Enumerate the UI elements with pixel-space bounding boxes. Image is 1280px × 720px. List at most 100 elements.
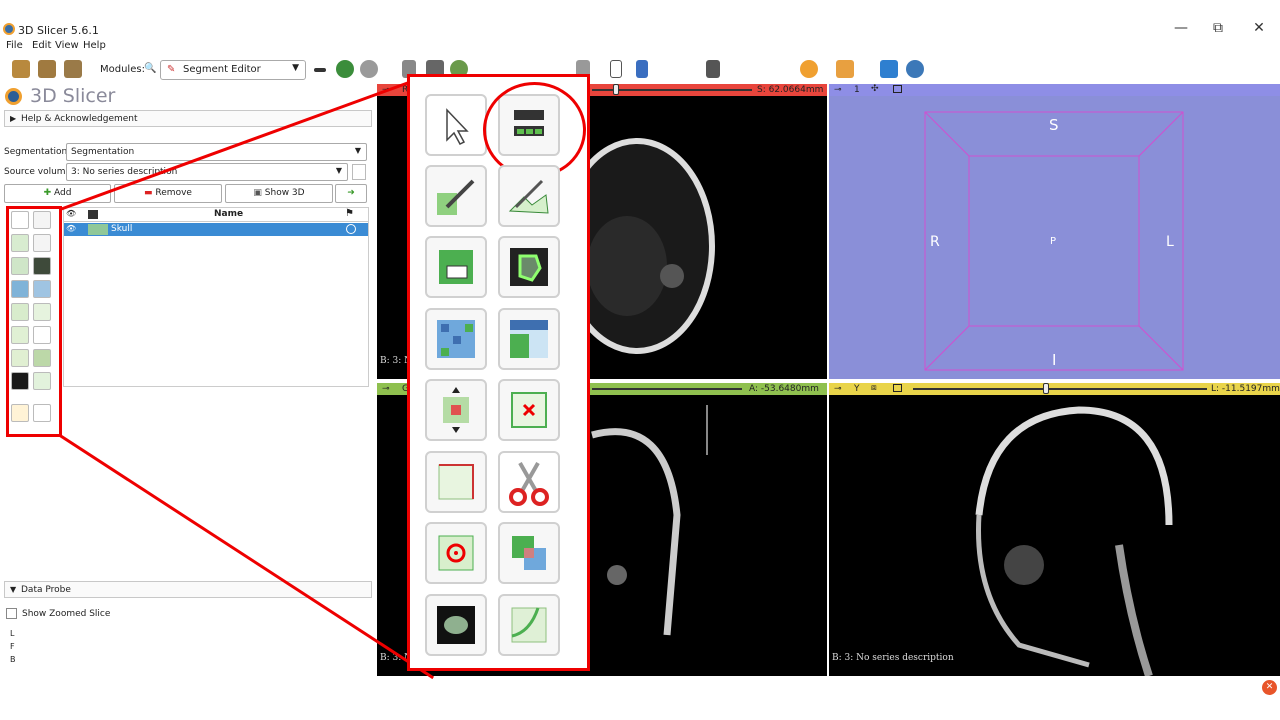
threed-view-label: 1 [854,85,860,95]
pin-icon[interactable]: ⊸ [834,384,842,394]
fill-between-slices-effect-button[interactable] [498,308,560,370]
logical-operators-effect-button[interactable] [498,522,560,584]
probe-line-b: B [10,655,16,664]
threed-view-controller: ⊸ 1 ✣ [829,84,1280,96]
smoothing-effect-button[interactable] [425,451,487,513]
name-column-header[interactable]: Name [214,209,243,219]
yellow-slider-track[interactable] [913,388,1207,390]
data-icon[interactable] [12,60,30,78]
erase-effect-button[interactable] [425,236,487,298]
minimize-button[interactable]: — [1166,20,1196,38]
effect-tool-zoom-callout [407,74,590,671]
orient-left-label: L [1166,234,1174,250]
red-slider-handle[interactable] [613,84,619,95]
add-segment-button[interactable]: ✚ Add [4,184,111,203]
show3d-label: Show 3D [264,188,305,198]
remove-segment-button[interactable]: ▬ Remove [114,184,222,203]
source-volume-settings-icon[interactable] [352,164,366,180]
close-button[interactable]: ✕ [1244,20,1274,38]
window-title: 3D Slicer 5.6.1 [18,24,99,37]
menu-edit[interactable]: Edit [32,40,51,51]
menu-help[interactable]: Help [83,40,106,51]
margin-effect-button[interactable] [425,379,487,441]
back-arrow-icon[interactable] [336,60,354,78]
status-icon[interactable] [346,224,356,234]
paint-effect-button[interactable] [425,165,487,227]
modules-label: Modules: [100,64,145,75]
sagittal-ct-image [975,406,1173,676]
source-volume-label: Source volume: [4,167,75,177]
visibility-header-icon[interactable]: 👁 [66,209,76,218]
view-options-icon[interactable] [836,60,854,78]
data-probe-section[interactable]: ▼ Data Probe [4,581,372,598]
color-header-icon [88,210,98,219]
notification-icon[interactable]: ✕ [1262,680,1277,695]
remove-label: Remove [155,188,192,198]
module-history-icon[interactable] [314,68,326,72]
forward-arrow-icon[interactable] [360,60,378,78]
grow-from-seeds-effect-button[interactable] [425,308,487,370]
green-offset-value: A: -53.6480mm [749,384,819,394]
yellow-corner-annotation: B: 3: No series description [832,653,954,663]
extensions-icon[interactable] [880,60,898,78]
menu-view[interactable]: View [55,40,79,51]
yellow-slider-handle[interactable] [1043,383,1049,394]
scissors-effect-button[interactable] [498,451,560,513]
zoomed-slice-checkbox[interactable] [6,608,17,619]
link-icon[interactable]: ⧈ [871,383,877,393]
maximize-view-icon[interactable] [893,85,902,93]
status-header-icon: ⚑ [345,208,354,219]
islands-effect-button[interactable] [425,522,487,584]
segments-table: 👁 Name ⚑ 👁 Skull [63,207,369,387]
segment-name[interactable]: Skull [111,224,132,234]
visibility-icon[interactable]: 👁 [66,224,76,233]
table-row[interactable]: 👁 Skull [64,223,368,236]
screenshot-icon[interactable] [706,60,720,78]
module-selector-value: Segment Editor [183,64,261,75]
yellow-slice-view[interactable]: B: 3: No series description [829,395,1280,676]
segmentation-value: Segmentation [71,147,135,157]
app-logo-text: 3D Slicer [30,85,116,107]
highlight-circle [483,82,586,178]
crosshair-icon[interactable] [800,60,818,78]
title-bar: 3D Slicer 5.6.1 — ⧉ ✕ [0,0,1280,38]
source-volume-selector[interactable]: 3: No series description ▼ [66,163,348,181]
none-effect-button[interactable] [425,94,487,156]
draw-effect-button[interactable] [498,165,560,227]
yellow-view-label: Y [854,384,860,394]
arrow-right-icon: ➜ [347,188,355,198]
segment-color-swatch[interactable] [88,224,108,235]
mouse-pointer-icon[interactable] [610,60,622,78]
segment-editor-icon: ✎ [167,64,176,75]
save-icon[interactable] [64,60,82,78]
hollow-effect-button[interactable] [498,379,560,441]
pin-icon[interactable]: ⊸ [834,85,842,95]
menu-file[interactable]: File [6,40,23,51]
segment-options-button[interactable]: ➜ [335,184,367,203]
threed-view[interactable]: S R P L I [829,96,1280,379]
maximize-view-icon[interactable] [893,384,902,392]
chevron-down-icon: ▼ [292,63,299,73]
pin-icon[interactable]: ⊸ [382,384,390,394]
help-section[interactable]: ▶ Help & Acknowledgement [4,110,372,127]
orient-right-label: R [930,234,940,250]
dcm-icon[interactable] [38,60,56,78]
wrap-solidify-effect-button[interactable] [498,594,560,656]
restore-button[interactable]: ⧉ [1203,20,1233,38]
module-selector[interactable]: ✎ Segment Editor ▼ [160,60,306,80]
show-3d-button[interactable]: ▣ Show 3D [225,184,333,203]
chevron-right-icon: ▶ [10,114,17,123]
segments-table-header: 👁 Name ⚑ [64,208,368,222]
mask-volume-effect-button[interactable] [425,594,487,656]
center-view-icon[interactable]: ✣ [871,84,879,94]
green-slider-track[interactable] [592,388,742,390]
module-search-icon[interactable]: 🔍 [144,63,156,74]
probe-line-l: L [10,629,15,638]
yellow-offset-value: L: -11.5197mm [1211,384,1280,394]
python-icon[interactable] [906,60,924,78]
level-tracing-effect-button[interactable] [498,236,560,298]
show-3d-icon: ▣ [253,188,262,198]
orient-superior-label: S [1049,116,1059,134]
markup-place-icon[interactable] [636,60,648,78]
data-probe-label: Data Probe [21,585,71,595]
